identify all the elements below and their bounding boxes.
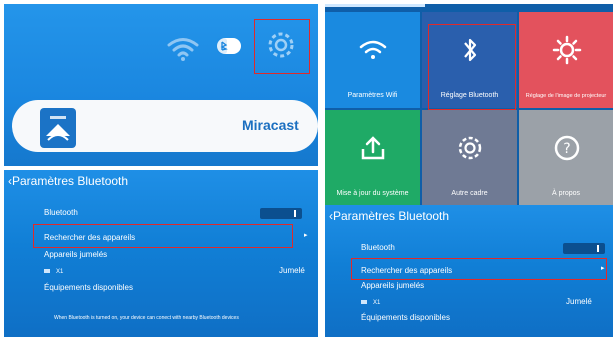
paired-devices-header: Appareils jumelés <box>361 281 425 290</box>
gear-icon <box>458 136 482 160</box>
tile-wifi-settings[interactable]: Paramètres Wifi <box>325 12 420 108</box>
paired-device-row[interactable]: X1 Jumelé <box>44 266 305 275</box>
page-title: Paramètres Bluetooth <box>333 209 450 223</box>
miracast-label: Miracast <box>242 117 299 133</box>
bluetooth-footer-note: When Bluetooth is turned on, your device… <box>54 315 239 321</box>
device-name: X1 <box>373 300 381 306</box>
settings-grid-panel: Paramètres Wifi Réglage Bluetooth Réglag… <box>325 4 613 205</box>
info-icon: ? <box>554 135 580 161</box>
svg-text:?: ? <box>563 141 570 157</box>
home-screen-panel: Miracast <box>4 4 318 166</box>
wifi-icon <box>359 40 387 59</box>
tile-label: Mise à jour du système <box>336 190 409 197</box>
device-status: Jumelé <box>566 297 592 306</box>
bluetooth-icon[interactable] <box>216 36 242 56</box>
tile-system-update[interactable]: Mise à jour du système <box>325 110 420 205</box>
available-devices-header: Équipements disponibles <box>44 283 133 292</box>
miracast-icon <box>40 108 76 148</box>
chevron-right-icon: ▸ <box>304 232 308 239</box>
tile-label: Paramètres Wifi <box>347 92 398 99</box>
wifi-icon[interactable] <box>166 34 200 64</box>
device-status: Jumelé <box>279 266 305 275</box>
device-icon <box>361 299 367 304</box>
bluetooth-tile-highlight-box <box>428 24 516 110</box>
bluetooth-settings-panel: ‹Paramètres Bluetooth Bluetooth Recherch… <box>325 205 613 337</box>
device-icon <box>44 268 50 273</box>
tile-projector-image-settings[interactable]: Réglage de l'image de projecteur <box>519 12 613 108</box>
settings-header[interactable]: ‹Paramètres Bluetooth <box>325 205 449 227</box>
focus-indicator <box>325 4 425 7</box>
device-name: X1 <box>56 269 64 275</box>
search-highlight-box <box>33 224 293 248</box>
miracast-bar[interactable]: Miracast <box>12 100 318 152</box>
tile-about[interactable]: ? À propos <box>519 110 613 205</box>
search-highlight-box <box>351 258 607 280</box>
tile-other-settings[interactable]: Autre cadre <box>422 110 517 205</box>
projector-settings-icon <box>552 35 582 65</box>
gear-highlight-box <box>254 19 310 74</box>
tile-label: À propos <box>551 190 581 197</box>
paired-device-row[interactable]: X1 Jumelé <box>361 297 601 306</box>
settings-header[interactable]: ‹Paramètres Bluetooth <box>4 170 128 192</box>
upload-icon <box>361 136 385 160</box>
bluetooth-toggle[interactable] <box>260 208 302 219</box>
page-title: Paramètres Bluetooth <box>12 174 129 188</box>
available-devices-header: Équipements disponibles <box>361 313 450 322</box>
paired-devices-header: Appareils jumelés <box>44 250 108 259</box>
bluetooth-label: Bluetooth <box>361 243 395 252</box>
tile-label: Autre cadre <box>451 190 488 197</box>
bluetooth-settings-panel: ‹Paramètres Bluetooth Bluetooth Recherch… <box>4 170 318 337</box>
tile-label: Réglage de l'image de projecteur <box>525 93 607 99</box>
bluetooth-toggle[interactable] <box>563 243 605 254</box>
bluetooth-label: Bluetooth <box>44 208 78 217</box>
